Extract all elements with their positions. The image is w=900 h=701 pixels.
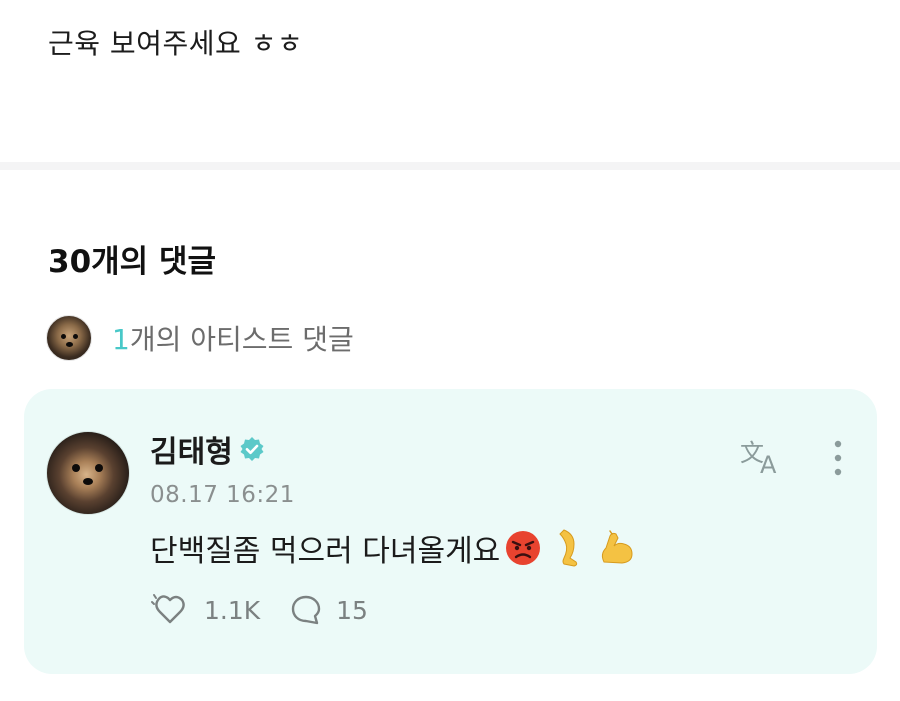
artist-comments-label: 1개의 아티스트 댓글 [112, 318, 354, 358]
comment-text: 단백질좀 먹으러 다녀올게요 [150, 534, 501, 569]
reply-button[interactable]: 15 [290, 594, 368, 626]
comment-timestamp: 08.17 16:21 [150, 482, 295, 508]
comment-body: 단백질좀 먹으러 다녀올게요 [150, 526, 638, 570]
reply-icon [291, 595, 321, 625]
author-avatar[interactable] [46, 431, 130, 515]
translate-icon[interactable]: 文 A [738, 437, 786, 477]
author-name[interactable]: 김태형 [150, 427, 233, 471]
comments-count-title: 30개의 댓글 [48, 244, 217, 280]
angry-face-icon [504, 529, 542, 567]
svg-text:A: A [760, 451, 777, 477]
artist-comments-text: 개의 아티스트 댓글 [129, 323, 354, 356]
reply-count: 15 [336, 595, 368, 625]
comment-actions: 1.1K 15 [150, 592, 368, 628]
artist-comments-filter[interactable]: 1개의 아티스트 댓글 [46, 314, 354, 362]
artist-comments-count: 1 [112, 323, 130, 356]
like-icon [151, 594, 185, 624]
verified-badge-icon [240, 437, 264, 461]
artist-comment-card: 김태형 08.17 16:21 단백질좀 먹으러 다녀올게요 文 A 1.1K … [24, 389, 877, 674]
section-divider [0, 162, 900, 170]
more-options-icon[interactable] [828, 439, 848, 477]
like-button[interactable]: 1.1K [150, 592, 260, 628]
artist-avatar [46, 315, 92, 361]
flexed-biceps-icon [598, 528, 638, 568]
post-text: 근육 보여주세요 ㅎㅎ [48, 27, 304, 60]
author-row: 김태형 [150, 427, 265, 471]
like-count: 1.1K [204, 595, 261, 625]
leg-icon [556, 528, 584, 568]
